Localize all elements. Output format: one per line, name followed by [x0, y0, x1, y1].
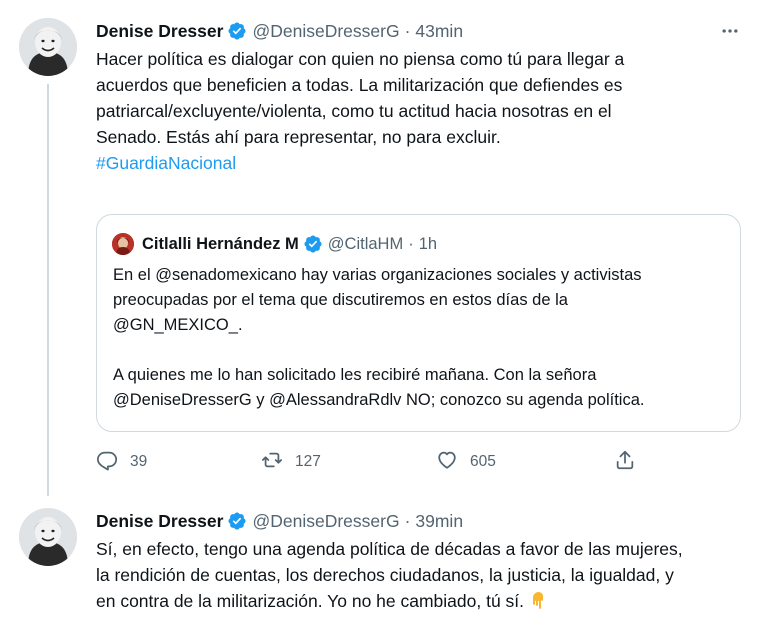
tweet-text-line: acuerdos que beneficien a todas. La mili… [96, 75, 623, 95]
quoted-tweet-header: Citlalli Hernández M @CitlaHM · 1h [112, 232, 437, 256]
tweet-thread: Denise Dresser @DeniseDresserG · 43min H… [0, 0, 767, 620]
tweet[interactable]: Denise Dresser @DeniseDresserG · 43min H… [0, 0, 767, 490]
reply-icon [96, 449, 118, 476]
tweet-text-segment: en contra de la militarización. Yo no he… [96, 591, 525, 611]
quoted-text-line: En el @senadomexicano hay varias organiz… [113, 266, 642, 284]
tweet-text-line: Hacer política es dialogar con quien no … [96, 49, 625, 69]
avatar[interactable] [19, 508, 77, 566]
author-name[interactable]: Denise Dresser [96, 508, 223, 534]
author-handle[interactable]: @DeniseDresserG [252, 18, 399, 44]
quoted-author-name: Citlalli Hernández M [142, 234, 299, 253]
tweet-text-line: la rendición de cuentas, los derechos ci… [96, 565, 674, 585]
pointing-down-hand-emoji [528, 590, 548, 617]
share-button[interactable] [614, 448, 636, 476]
reply-button[interactable]: 39 [96, 448, 147, 476]
share-icon [614, 449, 636, 476]
author-handle[interactable]: @DeniseDresserG [252, 508, 399, 534]
quoted-text-line: @DeniseDresserG y @AlessandraRdlv NO; co… [113, 391, 645, 409]
timestamp[interactable]: 43min [415, 18, 463, 44]
retweet-button[interactable]: 127 [261, 448, 321, 476]
timestamp[interactable]: 39min [415, 508, 463, 534]
quoted-text-line: preocupadas por el tema que discutiremos… [113, 291, 568, 309]
more-options-icon[interactable] [719, 20, 741, 42]
quoted-tweet[interactable]: Citlalli Hernández M @CitlaHM · 1h En el… [96, 214, 741, 432]
avatar [112, 233, 134, 255]
verified-badge-icon [227, 21, 247, 41]
verified-badge-icon [303, 234, 323, 254]
like-button[interactable]: 605 [436, 448, 496, 476]
verified-badge-icon [227, 511, 247, 531]
tweet-text: Sí, en efecto, tengo una agenda política… [96, 536, 756, 617]
tweet-text-line: patriarcal/excluyente/violenta, como tu … [96, 101, 612, 121]
tweet-text: Hacer política es dialogar con quien no … [96, 46, 746, 176]
avatar[interactable] [19, 18, 77, 76]
tweet[interactable]: Denise Dresser @DeniseDresserG · 39min S… [0, 490, 767, 620]
tweet-text-line: en contra de la militarización. Yo no he… [96, 588, 756, 617]
separator-dot: · [404, 21, 411, 41]
tweet-text-line: Senado. Estás ahí para representar, no p… [96, 127, 501, 147]
quoted-tweet-text: En el @senadomexicano hay varias organiz… [113, 263, 728, 413]
quoted-text-line: A quienes me lo han solicitado les recib… [113, 366, 597, 384]
retweet-count: 127 [295, 453, 321, 470]
quoted-text-line: @GN_MEXICO_. [113, 316, 243, 334]
tweet-actions: 39 127 605 [96, 448, 656, 476]
tweet-text-line: Sí, en efecto, tengo una agenda política… [96, 539, 683, 559]
separator-dot: · [404, 511, 411, 531]
like-count: 605 [470, 453, 496, 470]
hashtag-link[interactable]: #GuardiaNacional [96, 153, 236, 173]
quoted-timestamp: 1h [418, 234, 438, 253]
author-name[interactable]: Denise Dresser [96, 18, 223, 44]
tweet-header: Denise Dresser @DeniseDresserG · 43min [96, 18, 463, 44]
tweet-header: Denise Dresser @DeniseDresserG · 39min [96, 508, 463, 534]
retweet-icon [261, 449, 283, 476]
quoted-author-handle: @CitlaHM [327, 234, 404, 253]
reply-count: 39 [130, 453, 148, 470]
separator-dot: · [408, 234, 414, 253]
heart-icon [436, 449, 458, 476]
